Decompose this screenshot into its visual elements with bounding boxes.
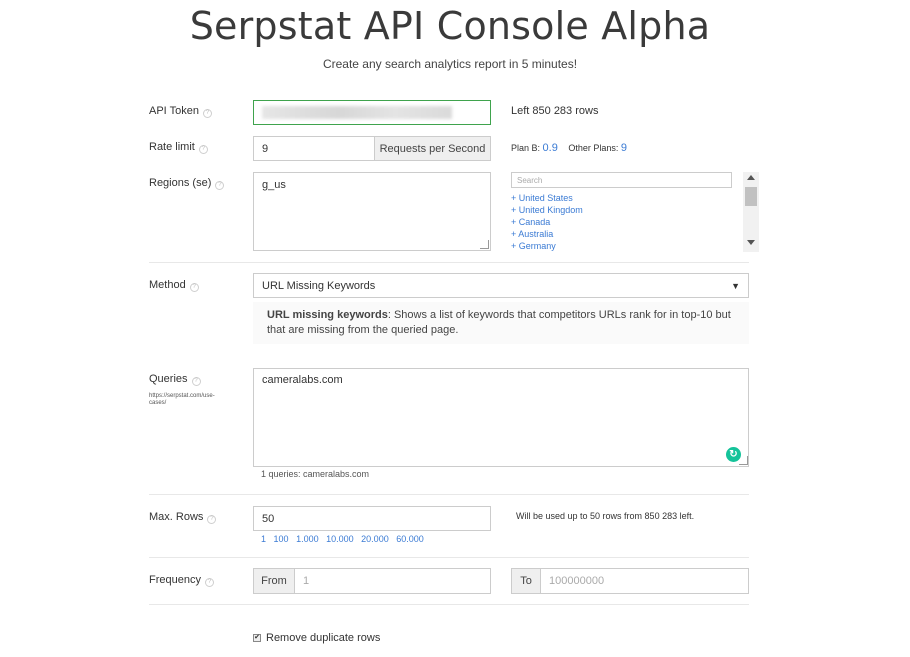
regions-list: + United States + United Kingdom + Canad… (511, 192, 583, 252)
help-icon[interactable]: ? (191, 377, 201, 386)
queries-label-text: Queries (149, 373, 188, 385)
rate-limit-label: Rate limit? (149, 141, 208, 154)
regions-label: Regions (se)? (149, 177, 225, 190)
queries-value: cameralabs.com (262, 374, 343, 386)
preset-link[interactable]: 20.000 (361, 534, 389, 544)
api-token-label-text: API Token (149, 105, 199, 117)
other-plans-label: Other Plans: (568, 143, 619, 153)
rate-limit-label-text: Rate limit (149, 141, 195, 153)
method-description: URL missing keywords: Shows a list of ke… (253, 302, 749, 344)
frequency-from-input[interactable]: 1 (294, 568, 491, 594)
plan-b-value: 0.9 (542, 142, 558, 154)
frequency-to-input[interactable]: 100000000 (540, 568, 749, 594)
rate-limit-value: 9 (262, 142, 269, 155)
max-rows-input[interactable]: 50 (253, 506, 491, 531)
region-option[interactable]: + United Kingdom (511, 204, 583, 216)
resize-handle-icon[interactable] (480, 240, 489, 249)
method-select[interactable]: URL Missing Keywords ▼ (253, 273, 749, 298)
help-icon[interactable]: ? (189, 283, 199, 292)
to-addon: To (511, 568, 541, 594)
regions-scrollbar[interactable] (743, 172, 759, 252)
preset-link[interactable]: 100 (274, 534, 289, 544)
masked-token (262, 106, 452, 119)
help-icon[interactable]: ? (202, 109, 212, 118)
scroll-down-icon[interactable] (747, 240, 755, 245)
other-plans-value: 9 (620, 142, 628, 154)
region-option[interactable]: + Australia (511, 228, 583, 240)
chevron-down-icon: ▼ (731, 280, 740, 291)
api-token-label: API Token? (149, 105, 212, 118)
method-label: Method? (149, 279, 199, 292)
from-addon: From (253, 568, 295, 594)
max-rows-note: Will be used up to 50 rows from 850 283 … (516, 511, 695, 521)
divider (149, 262, 749, 263)
page-subtitle: Create any search analytics report in 5 … (322, 57, 578, 71)
preset-link[interactable]: 10.000 (326, 534, 354, 544)
remove-duplicates-option: ✔ Remove duplicate rows (253, 632, 380, 644)
preset-link[interactable]: 1.000 (296, 534, 319, 544)
rows-left-text: Left 850 283 rows (511, 105, 599, 117)
help-icon[interactable]: ? (204, 578, 214, 587)
queries-textarea[interactable]: cameralabs.com (253, 368, 749, 467)
max-rows-presets: 1 100 1.000 10.000 20.000 60.000 (261, 534, 424, 544)
regions-search-input[interactable]: Search (511, 172, 732, 188)
remove-duplicates-checkbox[interactable]: ✔ (253, 634, 261, 642)
max-rows-value: 50 (262, 512, 275, 525)
regions-picker: Search + United States + United Kingdom … (511, 172, 759, 252)
method-label-text: Method (149, 279, 186, 291)
scroll-up-icon[interactable] (747, 175, 755, 180)
regions-label-text: Regions (se) (149, 177, 212, 189)
regions-textarea[interactable]: g_us (253, 172, 491, 251)
region-option[interactable]: + United States (511, 192, 583, 204)
divider (149, 604, 749, 605)
frequency-label-text: Frequency (149, 574, 201, 586)
preset-link[interactable]: 60.000 (396, 534, 424, 544)
plan-b-label: Plan B: (511, 143, 541, 153)
queries-count: 1 queries: cameralabs.com (261, 469, 370, 479)
frequency-to-placeholder: 100000000 (549, 575, 605, 587)
rate-limit-input[interactable]: 9 (253, 136, 375, 161)
resize-handle-icon[interactable] (739, 456, 748, 465)
divider (149, 494, 749, 495)
region-option[interactable]: + Germany (511, 240, 583, 252)
region-option[interactable]: + Canada (511, 216, 583, 228)
use-cases-link[interactable]: https://serpstat.com/use-cases/ (149, 393, 224, 407)
max-rows-label-text: Max. Rows (149, 511, 204, 523)
plan-info: Plan B: 0.9 Other Plans: 9 (511, 142, 627, 154)
regions-search-placeholder: Search (517, 175, 543, 185)
max-rows-label: Max. Rows? (149, 511, 217, 524)
remove-duplicates-label: Remove duplicate rows (266, 632, 381, 644)
frequency-from-placeholder: 1 (303, 575, 310, 587)
scrollbar-thumb[interactable] (745, 187, 757, 206)
method-selected-value: URL Missing Keywords (262, 279, 376, 292)
api-token-input[interactable] (253, 100, 491, 125)
queries-label: Queries? (149, 373, 201, 386)
frequency-label: Frequency? (149, 574, 214, 587)
method-description-title: URL missing keywords (267, 309, 388, 321)
divider (149, 557, 749, 558)
requests-per-second-addon: Requests per Second (374, 136, 491, 161)
help-icon[interactable]: ? (198, 145, 208, 154)
page-title: Serpstat API Console Alpha (189, 4, 711, 48)
help-icon[interactable]: ? (207, 515, 217, 524)
regions-value: g_us (262, 179, 286, 191)
preset-link[interactable]: 1 (261, 534, 266, 544)
help-icon[interactable]: ? (215, 181, 225, 190)
